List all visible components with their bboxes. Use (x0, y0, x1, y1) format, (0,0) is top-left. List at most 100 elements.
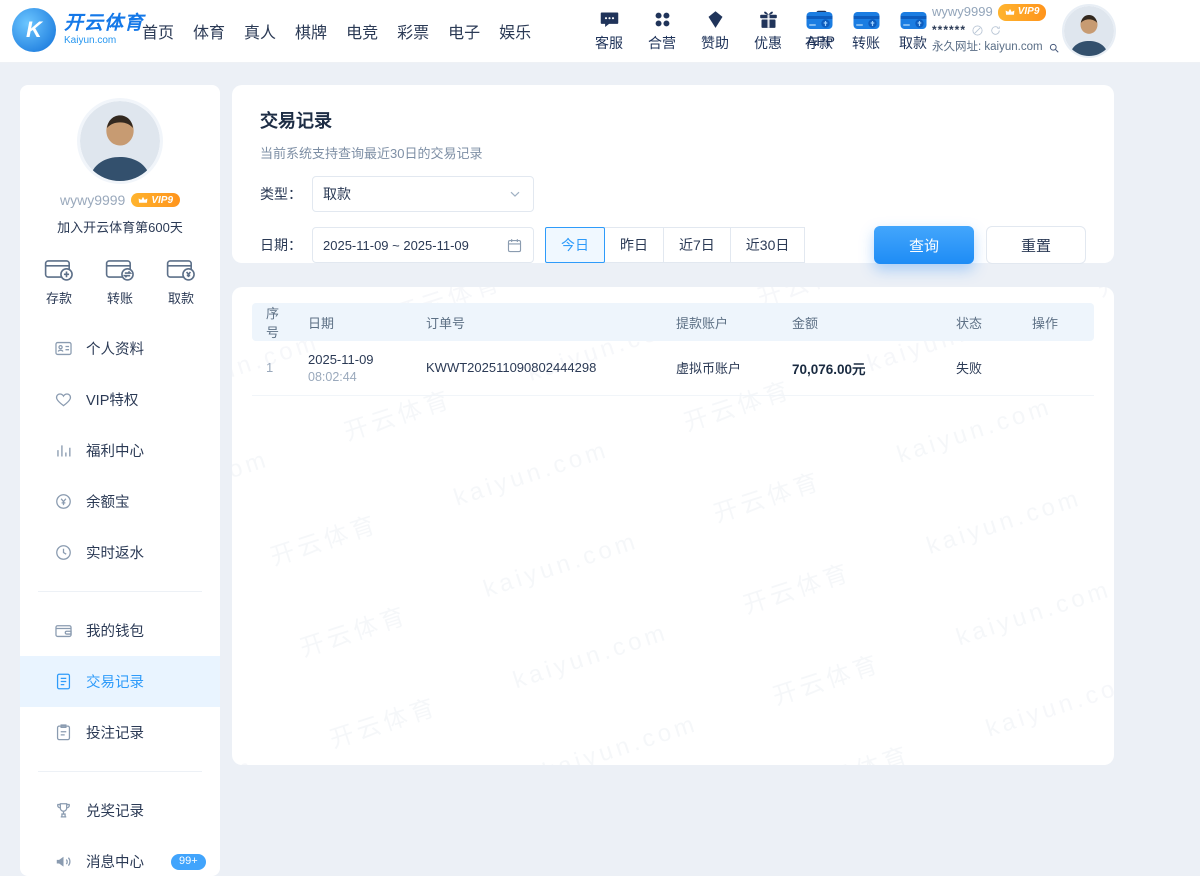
sidebar-username: wywy9999 (60, 192, 125, 208)
sidebar-deposit-button[interactable]: 存款 (44, 256, 74, 307)
diamond-icon (705, 9, 726, 30)
crown-icon (1005, 7, 1015, 17)
chat-icon (599, 9, 620, 30)
quick-date-yesterday[interactable]: 昨日 (604, 227, 664, 263)
eye-off-icon[interactable] (971, 24, 984, 37)
sidebar-transfer-button[interactable]: 转账 (105, 256, 135, 307)
brand-domain: Kaiyun.com (64, 35, 144, 46)
quick-date-today[interactable]: 今日 (545, 227, 605, 263)
topnav-withdraw-button[interactable]: 取款 (896, 8, 930, 53)
deposit-icon (44, 256, 74, 282)
type-select[interactable]: 取款 (312, 176, 534, 212)
page-title: 交易记录 (260, 107, 1086, 133)
balance-masked: ****** (932, 22, 966, 39)
records-table: 序号 日期 订单号 提款账户 金额 状态 操作 1 2025-11-09 08:… (252, 303, 1094, 396)
avatar[interactable] (1064, 6, 1114, 56)
header-operation: 操作 (1020, 303, 1094, 341)
header-account: 提款账户 (664, 303, 780, 341)
cell-index: 1 (252, 341, 296, 395)
sidebar-item-messages[interactable]: 消息中心 99+ (20, 836, 220, 876)
id-card-icon (54, 339, 73, 358)
date-range-value: 2025-11-09 ~ 2025-11-09 (323, 238, 469, 253)
cell-order-no: KWWT202511090802444298 (414, 341, 664, 395)
type-label: 类型： (260, 184, 312, 204)
page-subtitle: 当前系统支持查询最近30日的交易记录 (260, 143, 1086, 162)
brand-logo-icon: K (12, 8, 56, 52)
bars-icon (54, 441, 73, 460)
sidebar-withdraw-button[interactable]: 取款 (166, 256, 196, 307)
avatar-image (1064, 6, 1114, 56)
crown-icon (138, 195, 148, 205)
header-date: 日期 (296, 303, 414, 341)
sidebar-item-welfare[interactable]: 福利中心 (20, 425, 220, 476)
clock-icon (54, 543, 73, 562)
withdraw-card-icon (899, 8, 928, 32)
clipboard-icon (54, 723, 73, 742)
sidebar-item-transactions[interactable]: 交易记录 (20, 656, 220, 707)
sidebar-item-bets[interactable]: 投注记录 (20, 707, 220, 758)
date-label: 日期： (260, 235, 312, 255)
heart-icon (54, 390, 73, 409)
coin-icon (54, 492, 73, 511)
sidebar-item-profile[interactable]: 个人资料 (20, 323, 220, 374)
search-icon[interactable] (1048, 42, 1060, 54)
permanent-url: 永久网址: kaiyun.com (932, 39, 1043, 56)
cell-operation (1020, 341, 1094, 395)
quick-date-7days[interactable]: 近7日 (663, 227, 731, 263)
trophy-icon (54, 801, 73, 820)
nav-slots[interactable]: 电子 (448, 19, 480, 43)
sidebar-menu: 个人资料 VIP特权 福利中心 余额宝 实时返水 我的钱包 交易记录 (20, 323, 220, 876)
topnav-deposit-button[interactable]: 存款 (802, 8, 836, 53)
topnav-wallet-actions: 存款 转账 取款 (802, 8, 930, 53)
brand-name: 开云体育 (64, 14, 144, 35)
quick-date-group: 今日 昨日 近7日 近30日 (546, 227, 805, 263)
type-select-value: 取款 (323, 184, 351, 204)
filter-card: 交易记录 当前系统支持查询最近30日的交易记录 类型： 取款 日期： 2025-… (232, 85, 1114, 263)
sidebar-avatar[interactable] (80, 101, 160, 181)
nav-promotions[interactable]: 优惠 (749, 9, 787, 53)
deposit-card-icon (805, 8, 834, 32)
nav-sponsor[interactable]: 赞助 (696, 9, 734, 53)
brand-logo[interactable]: K 开云体育 Kaiyun.com (12, 8, 144, 52)
refresh-icon[interactable] (989, 24, 1002, 37)
table-row: 1 2025-11-09 08:02:44 KWWT20251109080244… (252, 341, 1094, 395)
chevron-down-icon (507, 186, 523, 202)
date-range-input[interactable]: 2025-11-09 ~ 2025-11-09 (312, 227, 534, 263)
nav-esports[interactable]: 电竞 (346, 19, 378, 43)
topnav-transfer-button[interactable]: 转账 (849, 8, 883, 53)
nav-live-casino[interactable]: 真人 (244, 19, 276, 43)
sidebar-quick-actions: 存款 转账 取款 (20, 256, 220, 307)
main-nav: 首页 体育 真人 棋牌 电竞 彩票 电子 娱乐 (142, 0, 531, 62)
sidebar-item-prizes[interactable]: 兑奖记录 (20, 785, 220, 836)
header-index: 序号 (252, 303, 296, 341)
query-button[interactable]: 查询 (874, 226, 974, 264)
reset-button[interactable]: 重置 (986, 226, 1086, 264)
cell-amount: 70,076.00元 (780, 341, 944, 395)
sidebar-item-rebate[interactable]: 实时返水 (20, 527, 220, 578)
cell-account: 虚拟币账户 (664, 341, 780, 395)
wallet-icon (54, 621, 73, 640)
withdraw-icon (166, 256, 196, 282)
calendar-icon (506, 237, 523, 254)
partner-grid-icon (652, 9, 673, 30)
sidebar-item-vip[interactable]: VIP特权 (20, 374, 220, 425)
nav-home[interactable]: 首页 (142, 19, 174, 43)
nav-chess[interactable]: 棋牌 (295, 19, 327, 43)
sidebar-vip-badge: VIP9 (131, 193, 180, 207)
nav-entertainment[interactable]: 娱乐 (499, 19, 531, 43)
records-table-card: 开云体育 kaiyun.com 开云体育 kaiyun.com 开云体育 kai… (232, 287, 1114, 765)
table-header-row: 序号 日期 订单号 提款账户 金额 状态 操作 (252, 303, 1094, 341)
sidebar: wywy9999 VIP9 加入开云体育第600天 存款 转账 取款 个人资料 … (20, 85, 220, 876)
quick-date-30days[interactable]: 近30日 (730, 227, 806, 263)
nav-customer-service[interactable]: 客服 (590, 9, 628, 53)
nav-partnership[interactable]: 合营 (643, 9, 681, 53)
transfer-card-icon (852, 8, 881, 32)
main-content: 交易记录 当前系统支持查询最近30日的交易记录 类型： 取款 日期： 2025-… (232, 85, 1114, 765)
sidebar-item-yuebao[interactable]: 余额宝 (20, 476, 220, 527)
message-count-badge: 99+ (171, 854, 206, 870)
sidebar-item-wallet[interactable]: 我的钱包 (20, 605, 220, 656)
nav-sports[interactable]: 体育 (193, 19, 225, 43)
header-order-no: 订单号 (414, 303, 664, 341)
member-days-text: 加入开云体育第600天 (20, 217, 220, 236)
nav-lottery[interactable]: 彩票 (397, 19, 429, 43)
